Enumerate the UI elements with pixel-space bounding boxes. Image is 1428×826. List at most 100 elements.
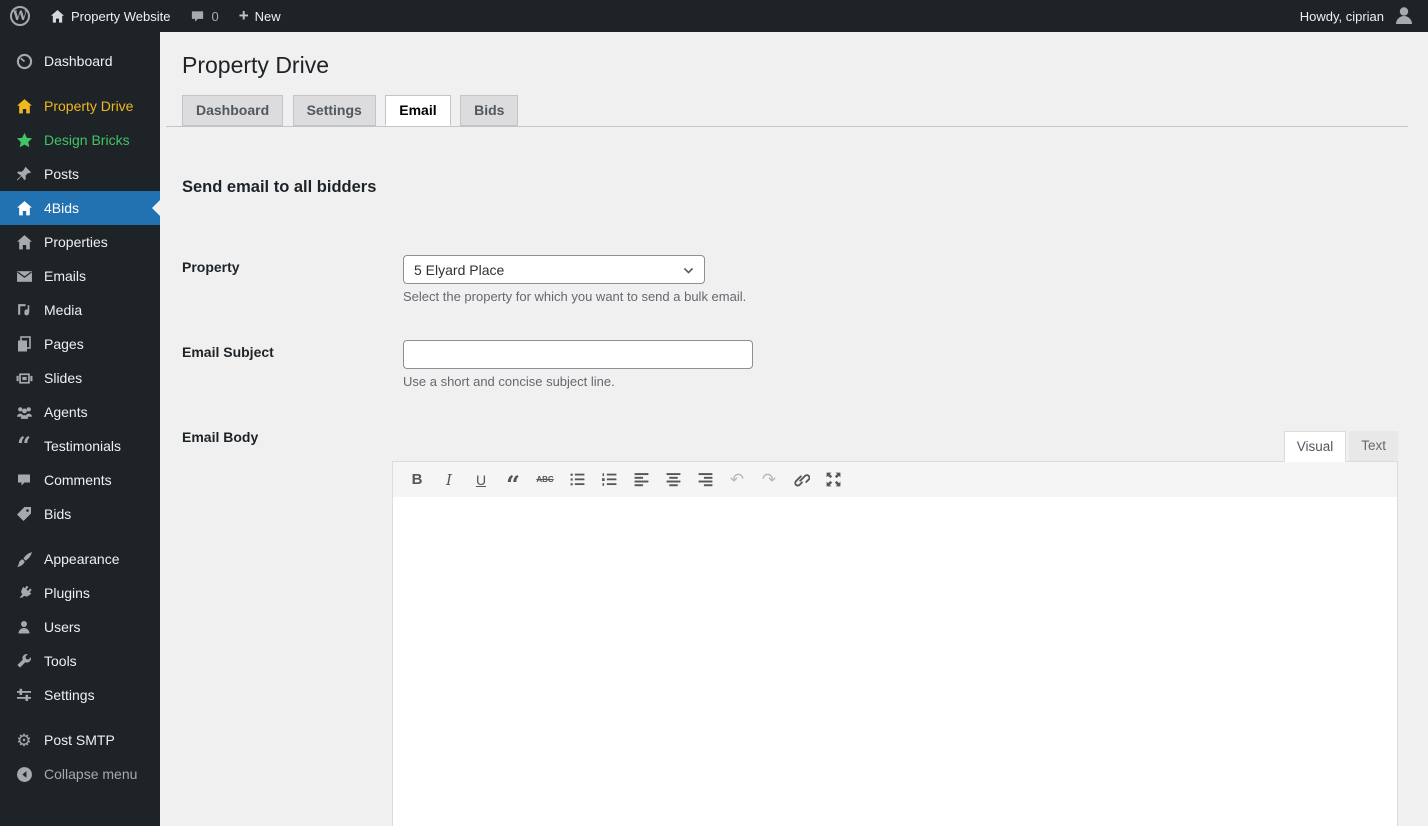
sidebar-item-agents[interactable]: Agents bbox=[0, 395, 160, 429]
sidebar-item-plugins[interactable]: Plugins bbox=[0, 576, 160, 610]
admin-sidebar: Dashboard Property Drive Design Bricks P… bbox=[0, 32, 160, 826]
underline-button[interactable]: U bbox=[465, 466, 497, 494]
house-icon bbox=[14, 200, 34, 217]
section-heading: Send email to all bidders bbox=[182, 178, 377, 196]
sliders-icon bbox=[14, 687, 34, 703]
email-body-label: Email Body bbox=[182, 429, 259, 445]
sidebar-item-comments[interactable]: Comments bbox=[0, 463, 160, 497]
align-center-button[interactable] bbox=[657, 466, 689, 494]
sidebar-item-label: Tools bbox=[44, 653, 77, 669]
pushpin-icon bbox=[14, 166, 34, 182]
comment-icon bbox=[14, 472, 34, 488]
site-name-link[interactable]: Property Website bbox=[40, 0, 180, 32]
sidebar-item-posts[interactable]: Posts bbox=[0, 157, 160, 191]
sidebar-item-label: Bids bbox=[44, 506, 72, 522]
blockquote-button[interactable]: “ bbox=[497, 466, 529, 496]
tab-visual[interactable]: Visual bbox=[1283, 431, 1347, 462]
wrench-icon bbox=[14, 653, 34, 669]
collapse-menu-button[interactable]: Collapse menu bbox=[0, 757, 160, 791]
editor-toolbar: B I U “ ABC ↶ ↷ bbox=[392, 461, 1398, 498]
sidebar-item-dashboard[interactable]: Dashboard bbox=[0, 44, 160, 78]
sidebar-item-appearance[interactable]: Appearance bbox=[0, 542, 160, 576]
email-body-content[interactable] bbox=[392, 497, 1398, 826]
gear-icon: ⚙ bbox=[16, 730, 32, 750]
site-name-label: Property Website bbox=[71, 8, 171, 24]
sidebar-item-label: Media bbox=[44, 302, 83, 318]
undo-button[interactable]: ↶ bbox=[721, 466, 753, 494]
bulleted-list-button[interactable] bbox=[561, 466, 593, 494]
sidebar-item-label: Pages bbox=[44, 336, 84, 352]
wordpress-admin: W Property Website 0 + New Howdy, cipria… bbox=[0, 0, 1428, 826]
comments-count: 0 bbox=[211, 8, 219, 24]
sidebar-item-properties[interactable]: Properties bbox=[0, 225, 160, 259]
tab-email[interactable]: Email bbox=[385, 95, 451, 126]
email-subject-label: Email Subject bbox=[182, 344, 274, 360]
star-icon bbox=[14, 132, 34, 149]
sidebar-item-tools[interactable]: Tools bbox=[0, 644, 160, 678]
page-tab-bar: Dashboard Settings Email Bids bbox=[166, 95, 1408, 127]
property-select-value: 5 Elyard Place bbox=[414, 261, 505, 278]
sidebar-item-settings[interactable]: Settings bbox=[0, 678, 160, 712]
sidebar-item-label: Design Bricks bbox=[44, 132, 130, 148]
fullscreen-button[interactable] bbox=[817, 466, 849, 494]
account-menu[interactable]: Howdy, ciprian bbox=[1288, 0, 1428, 32]
email-subject-input[interactable] bbox=[403, 340, 753, 369]
home-icon bbox=[50, 9, 65, 24]
email-subject-description: Use a short and concise subject line. bbox=[403, 374, 615, 389]
sidebar-item-label: Properties bbox=[44, 234, 108, 250]
howdy-label: Howdy, ciprian bbox=[1299, 8, 1384, 24]
sidebar-item-slides[interactable]: Slides bbox=[0, 361, 160, 395]
groups-icon bbox=[14, 404, 34, 421]
strikethrough-button[interactable]: ABC bbox=[529, 466, 561, 494]
user-icon bbox=[14, 619, 34, 635]
plus-icon: + bbox=[238, 5, 249, 25]
link-button[interactable] bbox=[785, 466, 817, 494]
bold-button[interactable]: B bbox=[401, 466, 433, 494]
sidebar-item-label: Property Drive bbox=[44, 98, 134, 114]
brush-icon bbox=[14, 551, 34, 568]
quote-icon: “ bbox=[17, 431, 31, 460]
tab-settings[interactable]: Settings bbox=[292, 95, 376, 126]
sidebar-item-emails[interactable]: Emails bbox=[0, 259, 160, 293]
new-label: New bbox=[254, 8, 281, 24]
tab-dashboard[interactable]: Dashboard bbox=[182, 95, 284, 126]
avatar bbox=[1392, 3, 1416, 30]
email-body-editor: Visual Text B I U “ ABC ↶ ↷ bbox=[392, 431, 1398, 826]
sidebar-item-pages[interactable]: Pages bbox=[0, 327, 160, 361]
sidebar-item-label: Appearance bbox=[44, 551, 120, 567]
sidebar-item-label: Settings bbox=[44, 687, 95, 703]
new-content-button[interactable]: + New bbox=[229, 0, 291, 32]
page-title: Property Drive bbox=[182, 52, 329, 78]
sidebar-item-4bids[interactable]: 4Bids bbox=[0, 191, 160, 225]
sidebar-item-testimonials[interactable]: “ Testimonials bbox=[0, 429, 160, 463]
sidebar-item-users[interactable]: Users bbox=[0, 610, 160, 644]
align-left-button[interactable] bbox=[625, 466, 657, 494]
sidebar-item-property-drive[interactable]: Property Drive bbox=[0, 89, 160, 123]
pages-icon bbox=[14, 336, 34, 352]
sidebar-item-media[interactable]: Media bbox=[0, 293, 160, 327]
chevron-down-icon bbox=[682, 264, 695, 280]
sidebar-item-label: Slides bbox=[44, 370, 83, 386]
dashboard-icon bbox=[14, 53, 34, 70]
sidebar-item-label: Plugins bbox=[44, 585, 90, 601]
sidebar-item-label: 4Bids bbox=[44, 200, 80, 216]
property-select[interactable]: 5 Elyard Place bbox=[403, 255, 705, 284]
comment-bubble-icon bbox=[190, 9, 205, 24]
sidebar-item-bids[interactable]: Bids bbox=[0, 497, 160, 531]
sidebar-item-design-bricks[interactable]: Design Bricks bbox=[0, 123, 160, 157]
tab-text[interactable]: Text bbox=[1349, 431, 1398, 461]
plugin-icon bbox=[14, 585, 34, 602]
tag-icon bbox=[14, 506, 34, 522]
redo-button[interactable]: ↷ bbox=[753, 466, 785, 494]
sidebar-item-label: Agents bbox=[44, 404, 88, 420]
wordpress-logo[interactable]: W bbox=[0, 0, 40, 32]
sidebar-item-label: Comments bbox=[44, 472, 112, 488]
sidebar-item-post-smtp[interactable]: ⚙ Post SMTP bbox=[0, 723, 160, 757]
tab-bids[interactable]: Bids bbox=[460, 95, 519, 126]
editor-mode-tabs: Visual Text bbox=[1281, 431, 1398, 462]
comments-shortcut[interactable]: 0 bbox=[180, 0, 228, 32]
align-right-button[interactable] bbox=[689, 466, 721, 494]
numbered-list-button[interactable] bbox=[593, 466, 625, 494]
sidebar-item-label: Dashboard bbox=[44, 53, 113, 69]
italic-button[interactable]: I bbox=[433, 466, 465, 494]
